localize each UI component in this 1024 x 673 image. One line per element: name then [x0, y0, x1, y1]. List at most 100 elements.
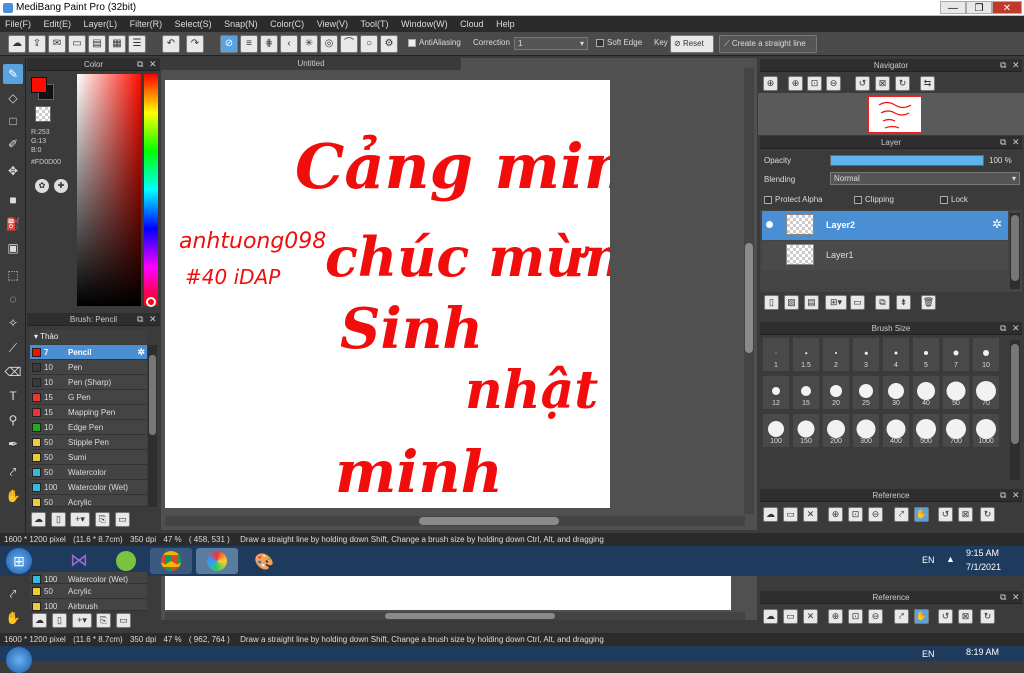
brush-item-acrylic[interactable]: 50 Acrylic — [30, 584, 147, 599]
clipping-checkbox[interactable]: Clipping — [854, 195, 894, 204]
zoom-out-icon[interactable]: ⊖ — [868, 609, 883, 624]
fit-window-icon[interactable]: ⊠ — [958, 609, 973, 624]
rotate-left-icon[interactable]: ↺ — [938, 507, 953, 522]
brush-item-edge-pen[interactable]: 10 Edge Pen — [30, 420, 147, 435]
menu-color[interactable]: Color(C) — [265, 19, 309, 29]
document-icon[interactable]: ▤ — [88, 35, 106, 53]
scroll-thumb[interactable] — [385, 613, 555, 619]
eraser-tool-icon[interactable]: ◇ — [3, 88, 23, 108]
brush-item-sumi[interactable]: 50 Sumi — [30, 450, 147, 465]
brush-size-4[interactable]: 4 — [882, 337, 910, 372]
add-brush-icon[interactable]: +▾ — [72, 613, 92, 628]
clock-time[interactable]: 9:15 AM — [966, 548, 999, 558]
blending-select[interactable]: Normal ▾ — [830, 172, 1020, 185]
chrome-taskbar-icon[interactable] — [150, 548, 192, 574]
menu-tool[interactable]: Tool(T) — [356, 19, 394, 29]
snap-curve-icon[interactable]: ⌒ — [340, 35, 358, 53]
close-icon[interactable]: ✕ — [1012, 136, 1020, 149]
layer-row-layer1[interactable]: Layer1 — [762, 241, 1008, 270]
new-halftone-layer-icon[interactable]: ▧ — [784, 295, 799, 310]
text-tool-icon[interactable]: T — [3, 386, 23, 406]
zoom-actual-icon[interactable]: ⊡ — [848, 507, 863, 522]
new-brush-icon[interactable]: ▯ — [51, 512, 66, 527]
clock-date[interactable]: 7/1/2021 — [966, 562, 1001, 572]
brush-size-300[interactable]: 300 — [852, 413, 880, 448]
document-tab[interactable]: Untitled — [161, 58, 461, 70]
hand-tool-icon[interactable]: ✋ — [3, 608, 23, 628]
add-layer-menu-icon[interactable]: ⊞▾ — [825, 295, 847, 310]
cloud-reference-icon[interactable]: ☁ — [763, 609, 778, 624]
hand-icon[interactable]: ✋ — [914, 609, 929, 624]
magic-wand-tool-icon[interactable]: ✧ — [3, 313, 23, 333]
close-button[interactable]: ✕ — [992, 1, 1022, 14]
select-tool-icon[interactable]: ⬚ — [3, 265, 23, 285]
brush-size-150[interactable]: 150 — [792, 413, 820, 448]
brush-size-20[interactable]: 20 — [822, 375, 850, 410]
coccoc-taskbar-icon[interactable] — [104, 548, 146, 574]
menu-help[interactable]: Help — [491, 19, 520, 29]
rectangle-tool-icon[interactable]: □ — [3, 111, 23, 131]
share-icon[interactable]: ⇪ — [28, 35, 46, 53]
correction-select[interactable]: 1 ▾ — [514, 37, 588, 50]
redo-icon[interactable]: ↷ — [186, 35, 204, 53]
hue-slider[interactable] — [144, 74, 158, 306]
snap-concentric-icon[interactable]: ◎ — [320, 35, 338, 53]
brush-size-12[interactable]: 12 — [762, 375, 790, 410]
undock-icon[interactable]: ⧉ — [1000, 136, 1006, 149]
language-indicator[interactable]: EN — [922, 649, 935, 659]
dropper-icon[interactable]: ⤤ — [894, 507, 909, 522]
ghost-canvas[interactable] — [165, 576, 731, 610]
new-layer-icon[interactable]: ▯ — [764, 295, 779, 310]
scroll-thumb[interactable] — [1011, 344, 1019, 444]
close-icon[interactable]: ✕ — [149, 313, 157, 326]
layer-folder-icon[interactable]: ▭ — [850, 295, 865, 310]
brush-item-mapping-pen[interactable]: 15 Mapping Pen — [30, 405, 147, 420]
reset-button[interactable]: ⊘ Reset — [670, 35, 714, 53]
antialiasing-checkbox[interactable]: AntiAliasing — [408, 38, 461, 47]
close-icon[interactable]: ✕ — [149, 58, 157, 71]
snap-radial-icon[interactable]: ✳ — [300, 35, 318, 53]
open-folder-icon[interactable]: ▭ — [783, 609, 798, 624]
new-8bit-layer-icon[interactable]: ▤ — [804, 295, 819, 310]
brush-size-3[interactable]: 3 — [852, 337, 880, 372]
dropper-tool-icon[interactable]: ✒ — [3, 434, 23, 454]
zoom-fit-icon[interactable]: ⊕ — [763, 76, 778, 91]
opacity-slider[interactable] — [830, 155, 984, 166]
undock-icon[interactable]: ⧉ — [1000, 322, 1006, 335]
brush-group-header[interactable]: ▾ Thảo — [30, 330, 147, 344]
brush-size-50[interactable]: 50 — [942, 375, 970, 410]
brush-size-15[interactable]: 15 — [792, 375, 820, 410]
brush-size-10[interactable]: 10 — [972, 337, 1000, 372]
fit-window-icon[interactable]: ⊠ — [875, 76, 890, 91]
cloud-reference-icon[interactable]: ☁ — [763, 507, 778, 522]
eyedropper-tool-icon[interactable]: ⤤ — [3, 584, 23, 604]
zoom-actual-icon[interactable]: ⊡ — [848, 609, 863, 624]
new-brush-icon[interactable]: ▯ — [52, 613, 67, 628]
brush-item-airbrush[interactable]: 100 Airbrush — [30, 599, 147, 611]
move-tool-icon[interactable]: ✥ — [3, 161, 23, 181]
close-icon[interactable]: ✕ — [1012, 489, 1020, 502]
undock-icon[interactable]: ⧉ — [137, 58, 143, 71]
fit-window-icon[interactable]: ⊠ — [958, 507, 973, 522]
cloud-icon[interactable]: ☁ — [8, 35, 26, 53]
primary-color-swatch[interactable] — [31, 77, 47, 93]
canvas-horizontal-scrollbar[interactable] — [165, 516, 745, 526]
start-button-icon[interactable]: ⊞ — [6, 548, 32, 574]
undo-icon[interactable]: ↶ — [162, 35, 180, 53]
brush-item-watercolor[interactable]: 50 Watercolor — [30, 465, 147, 480]
dropper-icon[interactable]: ⤤ — [894, 609, 909, 624]
navigator-thumbnail[interactable] — [868, 96, 922, 133]
close-icon[interactable]: ✕ — [1012, 591, 1020, 604]
snap-vanish-icon[interactable]: ‹ — [280, 35, 298, 53]
medibang-taskbar-icon[interactable] — [196, 548, 238, 574]
visual-studio-taskbar-icon[interactable]: ⋈ — [58, 548, 100, 574]
brush-size-2[interactable]: 2 — [822, 337, 850, 372]
transparent-color-swatch[interactable] — [35, 106, 51, 122]
canvas-vertical-scrollbar[interactable] — [744, 68, 754, 514]
snap-circle-icon[interactable]: ○ — [360, 35, 378, 53]
cloud-brush-icon[interactable]: ☁ — [31, 512, 46, 527]
lasso-tool-icon[interactable]: ◌ — [3, 289, 23, 309]
fill-pen-tool-icon[interactable]: ✐ — [3, 134, 23, 154]
menu-edit[interactable]: Edit(E) — [39, 19, 77, 29]
select-eraser-tool-icon[interactable]: ⌫ — [3, 362, 23, 382]
